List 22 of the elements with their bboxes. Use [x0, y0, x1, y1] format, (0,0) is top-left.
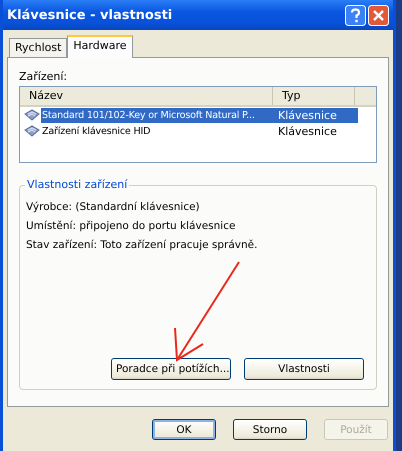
window-title: Klávesnice - vlastnosti: [7, 8, 174, 22]
button[interactable]: Storno: [233, 419, 307, 440]
tab[interactable]: Hardware: [67, 35, 133, 58]
column-header[interactable]: Název: [20, 87, 273, 105]
column-header[interactable]: Typ: [273, 87, 355, 105]
device-name[interactable]: Standard 101/102-Key or Microsoft Natural P...: [41, 108, 275, 122]
device-type: Klávesnice: [275, 108, 358, 122]
group-title: Vlastnosti zařízení: [25, 178, 130, 191]
help-icon[interactable]: [345, 4, 366, 26]
close-icon[interactable]: [368, 4, 389, 26]
button[interactable]: Poradce při potížích...: [111, 358, 231, 380]
keyboard-icon: [24, 109, 40, 121]
property-text: Umístění: připojeno do portu klávesnice: [26, 219, 236, 234]
devices-label: Zařízení:: [19, 70, 68, 83]
device-name[interactable]: Zařízení klávesnice HID: [41, 124, 275, 138]
property-text: Výrobce: (Standardní klávesnice): [26, 200, 201, 215]
keyboard-icon: [24, 125, 40, 137]
tab[interactable]: Rychlost: [9, 38, 68, 57]
property-text: Stav zařízení: Toto zařízení pracuje správně.: [26, 238, 258, 253]
button[interactable]: Vlastnosti: [244, 358, 364, 380]
button[interactable]: OK: [152, 419, 216, 440]
device-type: Klávesnice: [277, 124, 338, 138]
